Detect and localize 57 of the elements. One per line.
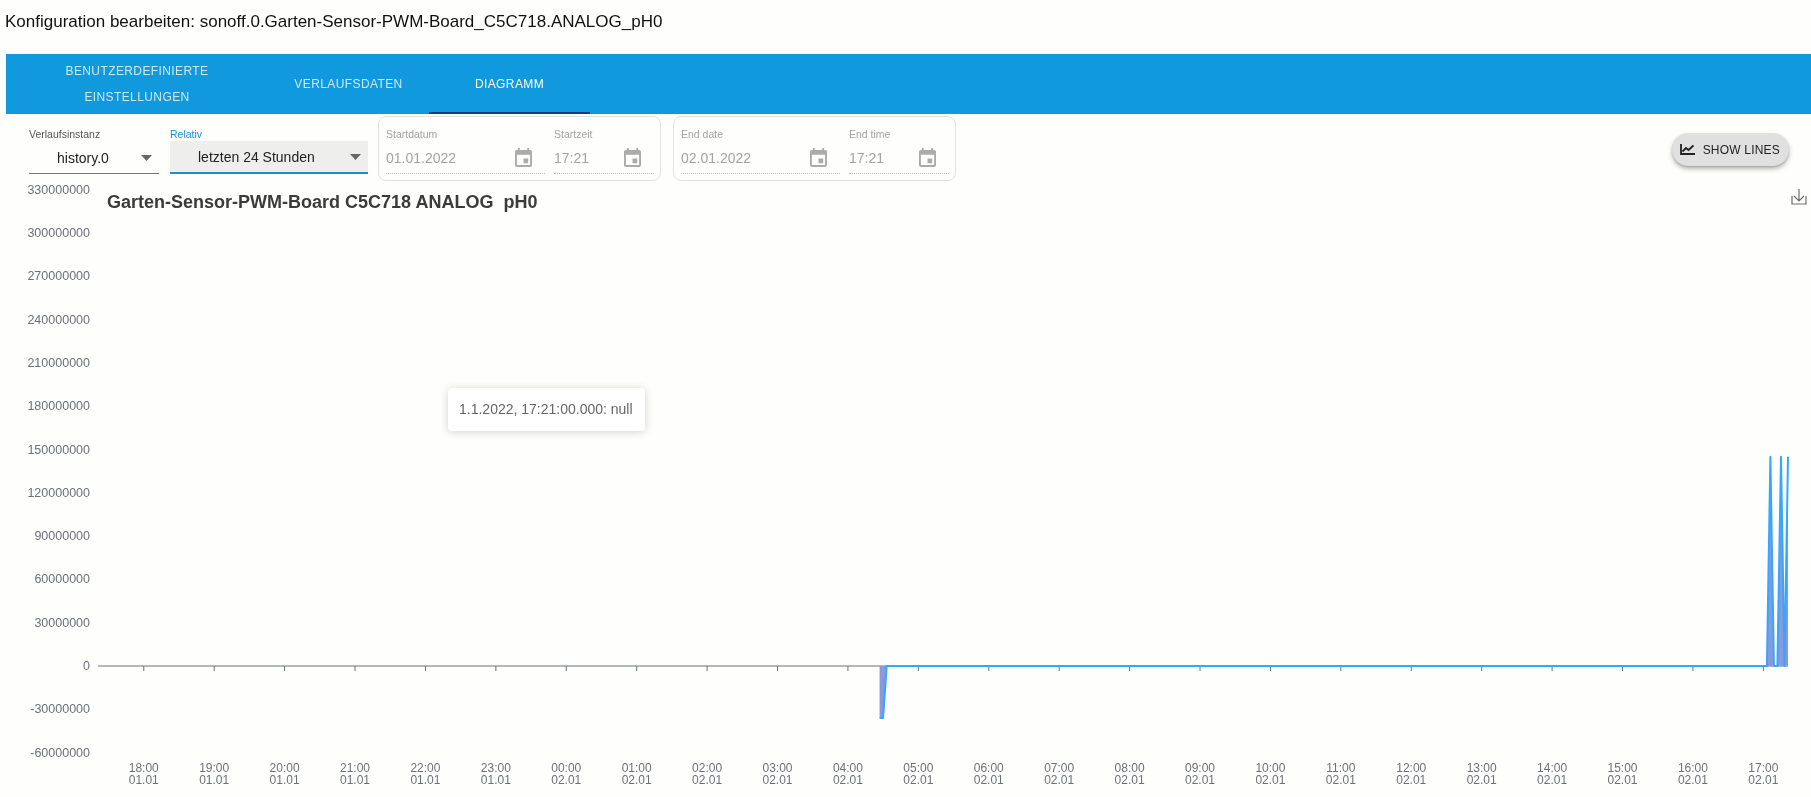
caret-icon — [350, 154, 361, 160]
axis-label: 06:00 02.01 — [973, 761, 1004, 787]
axis-label: 16:00 02.01 — [1677, 761, 1708, 787]
axis-label: 60000000 — [34, 572, 90, 587]
dropdown-select[interactable]: history.0 — [29, 141, 159, 174]
show-lines-button[interactable]: SHOW LINES — [1671, 133, 1789, 166]
axis-label: 210000000 — [27, 355, 90, 370]
field-label: Verlaufsinstanz — [29, 128, 101, 141]
axis-label: 17:00 02.01 — [1748, 761, 1779, 787]
axis-label: 15:00 02.01 — [1607, 761, 1638, 787]
field-label: Relativ — [170, 128, 203, 141]
window-title: Konfiguration bearbeiten: sonoff.0.Garten-Sensor-PWM-Board_C5C718.ANALOG_pH0 — [5, 12, 663, 31]
axis-label: 180000000 — [27, 399, 90, 414]
tab[interactable]: VERLAUFSDATEN — [268, 54, 429, 114]
axis-label: 120000000 — [27, 485, 90, 500]
axis-label: 08:00 02.01 — [1114, 761, 1145, 787]
axis-label: 03:00 02.01 — [762, 761, 793, 787]
axis-label: 05:00 02.01 — [903, 761, 934, 787]
field-label: End time — [849, 128, 891, 141]
field-label: Startdatum — [386, 128, 438, 141]
axis-label: 21:00 01.01 — [340, 761, 371, 787]
axis-label: 11:00 02.01 — [1325, 761, 1356, 787]
chart-title: Garten-Sensor-PWM-Board C5C718 ANALOG pH0 — [107, 192, 538, 212]
caret-icon — [141, 154, 152, 161]
line-chart-icon — [1679, 144, 1695, 155]
download-icon[interactable] — [1791, 188, 1807, 205]
axis-label: 90000000 — [34, 529, 90, 544]
axis-label: 150000000 — [27, 442, 90, 457]
axis-label: 23:00 01.01 — [480, 761, 511, 787]
axis-label: 01:00 02.01 — [621, 761, 652, 787]
chart-tooltip: 1.1.2022, 17:21:00.000: null — [448, 388, 645, 431]
axis-label: 04:00 02.01 — [832, 761, 863, 787]
axis-label: 30000000 — [34, 615, 90, 630]
axis-label: 20:00 01.01 — [269, 761, 300, 787]
axis-label: 10:00 02.01 — [1255, 761, 1286, 787]
axis-label: 13:00 02.01 — [1466, 761, 1497, 787]
axis-label: -60000000 — [30, 745, 90, 760]
axis-label: 12:00 02.01 — [1396, 761, 1427, 787]
axis-label: -30000000 — [30, 702, 90, 717]
tab[interactable]: BENUTZERDEFINIERTE EINSTELLUNGEN — [6, 54, 268, 114]
axis-label: 0 — [83, 659, 90, 673]
axis-label: 330000000 — [27, 182, 90, 197]
axis-label: 240000000 — [27, 312, 90, 327]
axis-label: 14:00 02.01 — [1537, 761, 1568, 787]
field-label: Startzeit — [554, 128, 593, 141]
axis-label: 22:00 01.01 — [410, 761, 441, 787]
axis-label: 02:00 02.01 — [692, 761, 723, 787]
field-label: End date — [681, 128, 724, 141]
axis-label: 300000000 — [27, 226, 90, 240]
axis-label: 00:00 02.01 — [551, 761, 582, 787]
axis-label: 07:00 02.01 — [1044, 761, 1075, 787]
axis-label: 270000000 — [27, 269, 90, 284]
axis-label: 09:00 02.01 — [1185, 761, 1216, 787]
axis-label: 19:00 01.01 — [199, 761, 230, 787]
dropdown-select[interactable]: letzten 24 Stunden — [170, 141, 368, 174]
axis-label: 18:00 01.01 — [128, 761, 159, 787]
tab[interactable]: DIAGRAMM — [429, 54, 590, 114]
